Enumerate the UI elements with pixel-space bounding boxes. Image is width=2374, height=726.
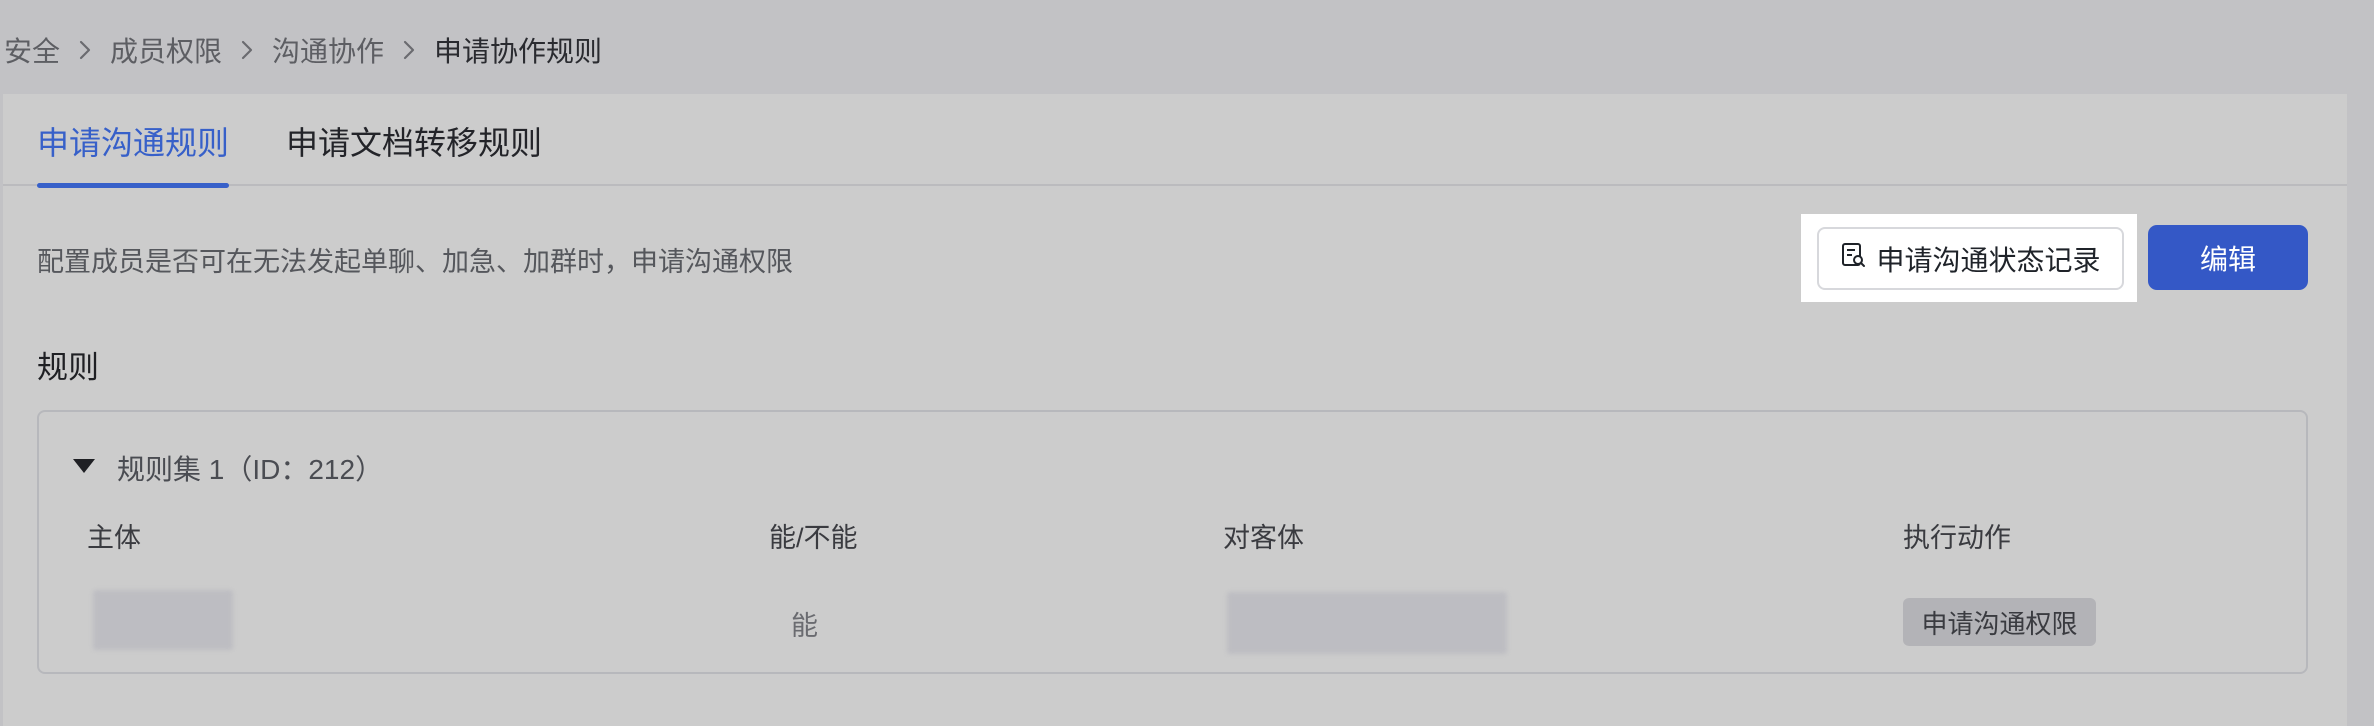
tab-label: 申请文档转移规则 <box>286 125 543 161</box>
column-header-action: 执行动作 <box>1903 523 2011 553</box>
tab-document-transfer-rules[interactable]: 申请文档转移规则 <box>286 118 542 186</box>
tab-label: 申请沟通规则 <box>37 125 230 161</box>
chevron-right-icon <box>60 39 110 61</box>
tab-bar: 申请沟通规则 申请文档转移规则 <box>3 94 2347 188</box>
breadcrumb-item-communication[interactable]: 沟通协作 <box>272 30 384 70</box>
breadcrumb-item-member-permissions[interactable]: 成员权限 <box>110 30 222 70</box>
rule-set-toggle[interactable]: 规则集 1（ID：212） <box>71 448 383 488</box>
action-tag: 申请沟通权限 <box>1903 598 2096 646</box>
breadcrumb-current: 申请协作规则 <box>434 36 603 67</box>
page-description: 配置成员是否可在无法发起单聊、加急、加群时，申请沟通权限 <box>37 247 793 277</box>
active-tab-indicator <box>37 183 230 188</box>
column-header-subject: 主体 <box>87 523 141 553</box>
communication-status-record-button[interactable]: 申请沟通状态记录 <box>1817 227 2124 290</box>
record-button-label: 申请沟通状态记录 <box>1876 244 2101 276</box>
section-title: 规则 <box>37 350 99 385</box>
column-header-object: 对客体 <box>1223 523 1304 553</box>
caret-down-icon <box>71 456 97 481</box>
tab-communication-rules[interactable]: 申请沟通规则 <box>37 118 230 188</box>
document-record-icon <box>1840 241 1866 276</box>
breadcrumb: 安全 成员权限 沟通协作 申请协作规则 <box>4 26 602 74</box>
right-gutter <box>2347 94 2374 726</box>
edit-button[interactable]: 编辑 <box>2148 225 2308 290</box>
cell-can: 能 <box>791 611 818 641</box>
record-button-highlight: 申请沟通状态记录 <box>1801 214 2137 302</box>
page: 安全 成员权限 沟通协作 申请协作规则 申请沟通规则 申请文档转移规则 配置成员… <box>0 0 2374 726</box>
redacted-subject <box>93 590 233 650</box>
rule-set-title: 规则集 1（ID：212） <box>117 454 384 485</box>
redacted-object <box>1227 592 1507 654</box>
column-header-can: 能/不能 <box>769 523 858 553</box>
chevron-right-icon <box>384 39 434 61</box>
main-panel: 申请沟通规则 申请文档转移规则 配置成员是否可在无法发起单聊、加急、加群时，申请… <box>3 94 2347 726</box>
rule-set-card: 规则集 1（ID：212） 主体 能/不能 对客体 执行动作 能 申请沟通权限 <box>37 410 2308 674</box>
breadcrumb-item-security[interactable]: 安全 <box>4 30 60 70</box>
chevron-right-icon <box>222 39 272 61</box>
